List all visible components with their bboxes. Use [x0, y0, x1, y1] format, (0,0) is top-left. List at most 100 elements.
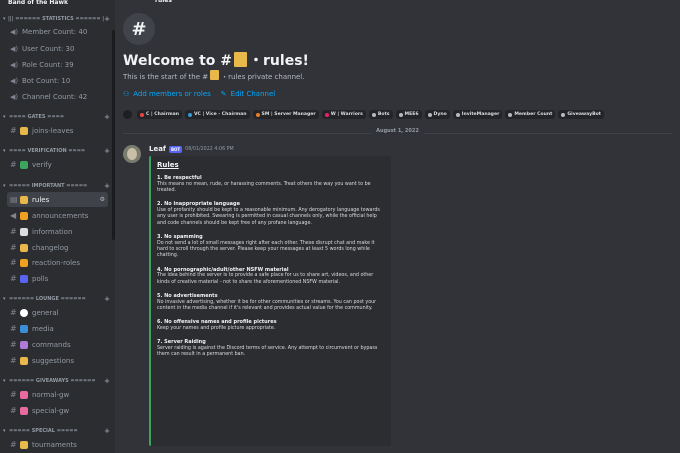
channel-label: tournaments	[32, 440, 77, 449]
category-label: ==== GATES ====	[9, 114, 65, 120]
category-label: ====== LOUNGE ======	[9, 296, 86, 302]
channel-polls[interactable]: # polls	[7, 271, 108, 286]
bot-badge: BOT	[168, 145, 183, 153]
category-special[interactable]: ▾ ===== SPECIAL ===== +	[3, 426, 110, 436]
role-pill[interactable]: C | Chairman	[137, 110, 182, 119]
rule-item: 4. No pornographic/adult/other NSFW mate…	[157, 267, 385, 286]
welcome-title-suffix: ・rules!	[249, 53, 309, 69]
stat-channel[interactable]: ◀) Role Count: 39	[10, 57, 108, 72]
channel-settings-icon[interactable]: ⚙	[100, 196, 108, 203]
rule-item: 5. No advertisements No invasive advertis…	[157, 293, 385, 312]
channel-special-gw[interactable]: # special-gw	[7, 403, 108, 418]
edit-channel-button[interactable]: ✎ Edit Channel	[221, 90, 275, 98]
hash-icon: #	[10, 390, 17, 399]
stat-channel[interactable]: ◀) Bot Count: 10	[10, 73, 108, 88]
stat-label: Channel Count: 42	[22, 92, 88, 101]
channel-sidebar: Band of the Hawk ▾ ||| ====== STATISTICS…	[0, 0, 115, 453]
category-gates[interactable]: ▾ ==== GATES ==== +	[3, 112, 110, 122]
add-channel-icon[interactable]: +	[104, 182, 110, 190]
role-pill[interactable]: GiveawayBot	[558, 110, 604, 119]
channel-verify[interactable]: # verify	[7, 157, 108, 172]
channel-announcements[interactable]: ◀ announcements	[7, 208, 108, 223]
channel-label: normal-gw	[32, 390, 70, 399]
role-label: SM | Server Manager	[261, 112, 316, 117]
channel-label: reaction-roles	[32, 258, 81, 267]
speaker-icon: ◀)	[10, 27, 19, 36]
stat-label: Role Count: 39	[22, 60, 74, 69]
role-pill[interactable]: SM | Server Manager	[252, 110, 319, 119]
add-channel-icon[interactable]: +	[104, 147, 110, 155]
category-label: ===== IMPORTANT =====	[9, 183, 88, 189]
channel-changelog[interactable]: # changelog	[7, 240, 108, 255]
role-color-dot	[255, 112, 260, 117]
role-pill[interactable]: Bots	[368, 110, 393, 119]
rule-text: Keep your names and profile picture appr…	[157, 325, 276, 331]
add-user-icon: ⚇	[123, 90, 130, 98]
server-name[interactable]: Band of the Hawk	[0, 0, 115, 9]
speaker-icon: ◀)	[10, 92, 19, 101]
stat-label: Member Count: 40	[22, 27, 88, 36]
pencil-icon: ✎	[220, 90, 227, 98]
stat-channel[interactable]: ◀) Channel Count: 42	[10, 89, 108, 104]
stat-channel[interactable]: ◀) Member Count: 40	[10, 24, 108, 39]
welcome-actions: ⚇ Add members or roles ✎ Edit Channel	[123, 90, 275, 98]
category-label: ||| ====== STATISTICS ====== |	[7, 16, 105, 22]
message-header: Leaf BOT 08/01/2022 4:06 PM	[149, 145, 234, 153]
channel-media[interactable]: # media	[7, 321, 108, 336]
welcome-subtitle: This is the start of the # ・rules private…	[123, 70, 304, 82]
role-pill[interactable]: VC | Vice - Chairman	[185, 110, 250, 119]
channel-joins-leaves[interactable]: # joins-leaves	[7, 123, 108, 138]
megaphone-icon: ◀	[10, 211, 17, 220]
role-pill[interactable]: InviteManager	[452, 110, 503, 119]
category-statistics[interactable]: ▾ ||| ====== STATISTICS ====== | +	[3, 14, 110, 24]
hash-icon: #	[10, 227, 17, 236]
role-color-dot	[561, 112, 566, 117]
message-author[interactable]: Leaf	[149, 145, 166, 153]
role-color-dot	[324, 112, 329, 117]
channel-rules[interactable]: ▤ rules ⚙	[7, 192, 108, 207]
channel-reaction-roles[interactable]: # reaction-roles	[7, 255, 108, 270]
channel-commands[interactable]: # commands	[7, 337, 108, 352]
category-important[interactable]: ▾ ===== IMPORTANT ===== +	[3, 181, 110, 191]
scroll-emoji-icon	[20, 195, 28, 204]
role-label: MEE6	[404, 112, 419, 117]
add-members-button[interactable]: ⚇ Add members or roles	[123, 90, 211, 98]
add-channel-icon[interactable]: +	[104, 113, 110, 121]
category-label: ==== VERIFICATION ====	[9, 148, 86, 154]
channel-label: media	[32, 324, 54, 333]
channel-suggestions[interactable]: # suggestions	[7, 353, 108, 368]
channel-label: rules	[32, 195, 50, 204]
rule-text: Use of profanity should be kept to a rea…	[157, 207, 380, 226]
rule-text: The idea behind the server is to provide…	[157, 273, 374, 285]
role-pill[interactable]: W | Warriors	[321, 110, 366, 119]
hash-icon: #	[10, 243, 17, 252]
hash-icon: #	[10, 340, 17, 349]
category-lounge[interactable]: ▾ ====== LOUNGE ====== +	[3, 294, 110, 304]
channel-information[interactable]: # information	[7, 224, 108, 239]
channel-emoji-icon	[20, 243, 28, 252]
stat-channel[interactable]: ◀) User Count: 30	[10, 41, 108, 56]
rule-text: Do not send a lot of small messages righ…	[157, 240, 375, 259]
date-divider-label: August 1, 2022	[371, 128, 424, 134]
channel-label: announcements	[32, 211, 89, 220]
rules-channel-icon: ▤	[10, 195, 18, 204]
add-channel-icon[interactable]: +	[104, 15, 110, 23]
role-pill[interactable]: Member Count	[505, 110, 556, 119]
avatar[interactable]	[123, 145, 141, 163]
category-giveaways[interactable]: ▾ ====== GIVEAWAYS ====== +	[3, 376, 110, 386]
role-label: C | Chairman	[146, 112, 179, 117]
channel-tournaments[interactable]: # tournaments	[7, 437, 108, 452]
channel-normal-gw[interactable]: # normal-gw	[7, 387, 108, 402]
role-pill[interactable]: MEE6	[395, 110, 422, 119]
welcome-title-prefix: Welcome to #	[123, 53, 233, 69]
channel-label: special-gw	[32, 406, 70, 415]
add-channel-icon[interactable]: +	[104, 377, 110, 385]
channel-emoji-icon	[20, 274, 28, 283]
channel-general[interactable]: # general	[7, 305, 108, 320]
add-channel-icon[interactable]: +	[104, 295, 110, 303]
add-channel-icon[interactable]: +	[104, 427, 110, 435]
category-verification[interactable]: ▾ ==== VERIFICATION ==== +	[3, 146, 110, 156]
stat-label: User Count: 30	[22, 44, 75, 53]
role-pill[interactable]: Dyno	[424, 110, 450, 119]
rule-item: 2. No inappropriate language Use of profa…	[157, 201, 385, 227]
